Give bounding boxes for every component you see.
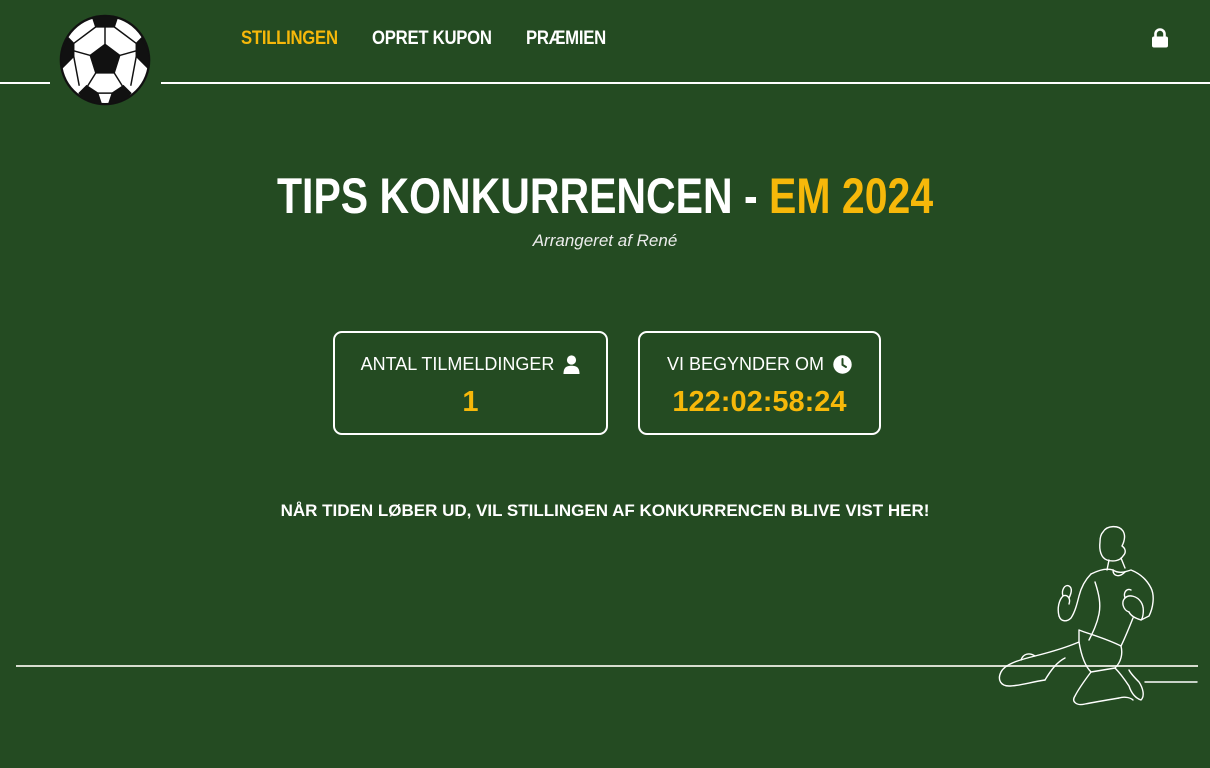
player-celebration-illustration bbox=[998, 525, 1198, 706]
header-divider-right bbox=[161, 82, 1210, 84]
signups-label-row: ANTAL TILMELDINGER bbox=[335, 353, 606, 375]
nav-item-praemien[interactable]: PRÆMIEN bbox=[526, 28, 606, 50]
countdown-timer: 122:02:58:24 bbox=[672, 386, 847, 418]
clock-icon bbox=[833, 354, 852, 374]
signups-count: 1 bbox=[462, 386, 479, 418]
countdown-card: VI BEGYNDER OM 122:02:58:24 bbox=[638, 331, 881, 435]
user-icon bbox=[563, 354, 580, 374]
soccer-ball-icon[interactable] bbox=[59, 14, 151, 106]
page: STILLINGEN OPRET KUPON PRÆMIEN TIPS KONK… bbox=[0, 0, 1210, 768]
nav-item-opret-kupon[interactable]: OPRET KUPON bbox=[372, 28, 492, 50]
title-accent: EM 2024 bbox=[768, 168, 934, 224]
page-title: TIPS KONKURRENCEN - EM 2024 bbox=[0, 166, 1210, 226]
countdown-label-row: VI BEGYNDER OM bbox=[640, 353, 879, 375]
nav-item-stillingen[interactable]: STILLINGEN bbox=[241, 28, 338, 50]
header-divider-left bbox=[0, 82, 50, 84]
lock-icon[interactable] bbox=[1151, 28, 1169, 48]
signups-label: ANTAL TILMELDINGER bbox=[360, 354, 555, 374]
page-subtitle: Arrangeret af René bbox=[532, 231, 678, 250]
standings-notice: NÅR TIDEN LØBER UD, VIL STILLINGEN AF KO… bbox=[280, 501, 930, 520]
title-main: TIPS KONKURRENCEN - bbox=[276, 168, 769, 224]
signups-card: ANTAL TILMELDINGER 1 bbox=[333, 331, 608, 435]
countdown-label: VI BEGYNDER OM bbox=[666, 354, 825, 374]
